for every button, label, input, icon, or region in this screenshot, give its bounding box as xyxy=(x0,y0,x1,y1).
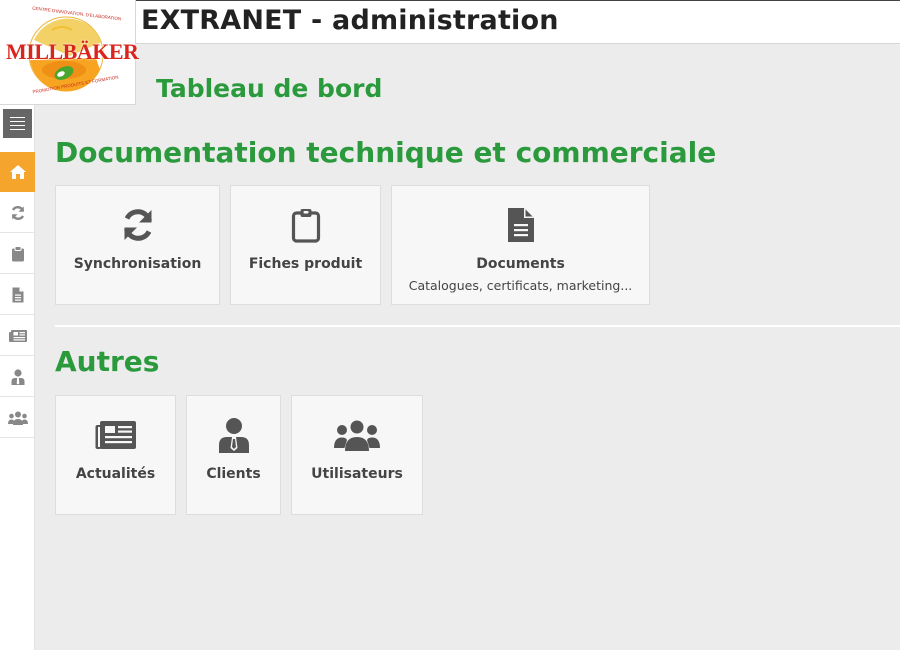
newspaper-icon xyxy=(95,421,136,449)
user-tie-icon xyxy=(218,418,249,453)
sidebar-item-synchronisation[interactable] xyxy=(0,193,35,233)
users-icon xyxy=(7,411,28,425)
tile-clients[interactable]: Clients xyxy=(186,395,281,515)
tile-label: Synchronisation xyxy=(73,256,202,272)
clipboard-icon xyxy=(291,209,320,243)
section-title-autres: Autres xyxy=(55,345,160,378)
menu-icon-line xyxy=(10,129,25,130)
sidebar-item-utilisateurs[interactable] xyxy=(0,398,35,438)
tile-icon-wrapper xyxy=(507,206,535,244)
tile-icon-wrapper xyxy=(95,416,137,454)
tile-label: Clients xyxy=(206,466,261,482)
refresh-icon xyxy=(11,205,24,220)
users-icon xyxy=(334,420,380,451)
document-icon xyxy=(507,208,534,242)
menu-icon-line xyxy=(10,125,25,126)
document-icon xyxy=(12,287,23,302)
tile-icon-wrapper xyxy=(334,416,380,454)
sidebar xyxy=(0,105,35,650)
clipboard-icon xyxy=(11,245,24,261)
sidebar-item-home[interactable] xyxy=(0,152,35,192)
tile-synchronisation[interactable]: Synchronisation xyxy=(55,185,220,305)
tile-icon-wrapper xyxy=(218,416,250,454)
app-title: EXTRANET - administration xyxy=(141,5,559,36)
refresh-icon xyxy=(123,209,152,241)
brand-logo[interactable]: CENTRE D'INNOVATION, D'ELABORATION MILLB… xyxy=(0,0,139,105)
home-icon xyxy=(9,165,26,179)
menu-icon-line xyxy=(10,121,25,122)
tile-documents[interactable]: Documents Catalogues, certificats, marke… xyxy=(391,185,650,305)
page-title: Tableau de bord xyxy=(156,74,383,103)
tile-actualites[interactable]: Actualités xyxy=(55,395,176,515)
user-tie-icon xyxy=(11,368,24,385)
tile-sublabel: Catalogues, certificats, marketing... xyxy=(408,278,633,293)
tile-label: Actualités xyxy=(75,466,156,482)
sidebar-item-documents[interactable] xyxy=(0,275,35,315)
tile-label: Documents xyxy=(476,256,565,272)
sidebar-item-fiches-produit[interactable] xyxy=(0,234,35,274)
tile-label: Utilisateurs xyxy=(311,466,403,482)
newspaper-icon xyxy=(8,329,27,342)
sidebar-item-actualites[interactable] xyxy=(0,316,35,356)
menu-icon-line xyxy=(10,117,25,118)
tile-icon-wrapper xyxy=(291,206,321,244)
sidebar-item-clients[interactable] xyxy=(0,357,35,397)
section-divider xyxy=(55,325,900,327)
tile-icon-wrapper xyxy=(120,206,156,244)
tile-label: Fiches produit xyxy=(248,256,363,272)
section-title-documentation: Documentation technique et commerciale xyxy=(55,136,717,169)
logo-brand: MILLBÄKER xyxy=(6,39,139,64)
tile-fiches-produit[interactable]: Fiches produit xyxy=(230,185,381,305)
tile-utilisateurs[interactable]: Utilisateurs xyxy=(291,395,423,515)
menu-toggle-button[interactable] xyxy=(3,109,32,138)
